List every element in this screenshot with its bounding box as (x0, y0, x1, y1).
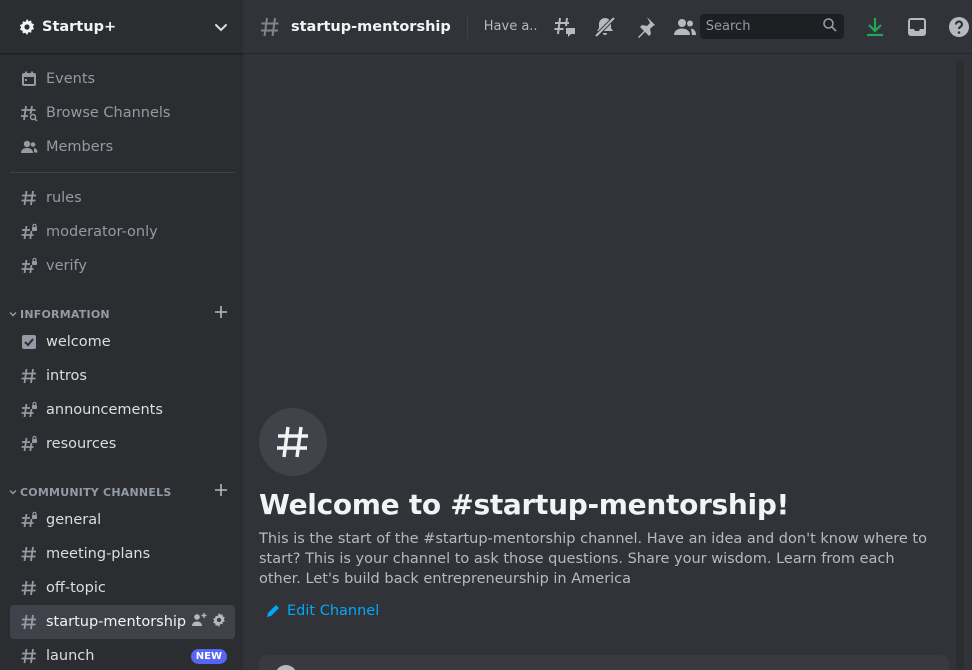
member-list-icon[interactable] (672, 14, 698, 40)
channel-label: general (46, 512, 102, 528)
checkbox-icon (20, 333, 38, 351)
header-divider (466, 14, 468, 39)
channel-label: announcements (46, 402, 163, 418)
category-label: COMMUNITY CHANNELS (20, 486, 172, 499)
plus-icon[interactable] (213, 482, 229, 498)
edit-channel-link[interactable]: Edit Channel (259, 603, 939, 619)
search-box[interactable] (699, 14, 844, 39)
hash-icon (259, 408, 327, 476)
channel-header: startup-mentorship Have a... (243, 0, 972, 54)
channel-label: welcome (46, 334, 111, 350)
chat-area: Welcome to #startup-mentorship! This is … (243, 55, 972, 670)
channel-topic[interactable]: Have a... (484, 19, 538, 34)
channel-announcements[interactable]: announcements (10, 393, 235, 427)
channel-startup-mentorship[interactable]: startup-mentorship (10, 605, 235, 639)
message-composer[interactable] (259, 655, 949, 670)
welcome-description: This is the start of the #startup-mentor… (259, 531, 927, 587)
hash-icon (20, 189, 38, 207)
channel-verify[interactable]: verify (10, 249, 235, 283)
channel-rules[interactable]: rules (10, 181, 235, 215)
welcome-title: Welcome to #startup-mentorship! (259, 488, 790, 521)
search-icon (822, 17, 838, 37)
channel-label: launch (46, 648, 95, 664)
channel-off-topic[interactable]: off-topic (10, 571, 235, 605)
plus-icon[interactable] (213, 304, 229, 320)
hash-lock-icon (20, 223, 38, 241)
search-input[interactable] (705, 19, 822, 34)
server-name: Startup+ (42, 18, 117, 35)
members-icon (20, 138, 38, 156)
channel-label: off-topic (46, 580, 106, 596)
channel-intros[interactable]: intros (10, 359, 235, 393)
category-label: INFORMATION (20, 308, 110, 321)
welcome-section: Welcome to #startup-mentorship! This is … (259, 408, 939, 619)
new-badge: NEW (190, 648, 227, 664)
category-information[interactable]: INFORMATION (0, 291, 243, 325)
pin-icon[interactable] (632, 14, 658, 40)
hash-icon (20, 367, 38, 385)
gear-icon (18, 18, 36, 36)
hash-icon (20, 613, 38, 631)
nav-events[interactable]: Events (10, 62, 235, 96)
hash-lock-icon (20, 401, 38, 419)
channel-label: moderator-only (46, 224, 158, 240)
channel-actions (191, 612, 227, 632)
channel-welcome[interactable]: welcome (10, 325, 235, 359)
threads-icon[interactable] (552, 14, 578, 40)
channel-label: verify (46, 258, 87, 274)
chevron-down-icon (8, 309, 18, 319)
help-icon[interactable] (946, 14, 972, 40)
nav-label: Members (46, 139, 114, 155)
hash-icon (20, 545, 38, 563)
chevron-down-icon (8, 487, 18, 497)
hash-lock-icon (20, 257, 38, 275)
edit-channel-label: Edit Channel (287, 603, 380, 619)
channel-general[interactable]: general (10, 503, 235, 537)
channel-label: rules (46, 190, 82, 206)
channel-meeting-plans[interactable]: meeting-plans (10, 537, 235, 571)
channel-label: resources (46, 436, 117, 452)
channel-sidebar: Startup+ Events Browse Channels Members (0, 0, 243, 670)
hash-icon (20, 579, 38, 597)
mute-bell-icon[interactable] (592, 14, 618, 40)
calendar-icon (20, 70, 38, 88)
add-member-icon[interactable] (191, 612, 207, 632)
nav-label: Events (46, 71, 96, 87)
hash-lock-icon (20, 511, 38, 529)
channel-title: startup-mentorship (291, 18, 451, 35)
channel-moderator-only[interactable]: moderator-only (10, 215, 235, 249)
chevron-down-icon[interactable] (213, 19, 229, 35)
channel-label: meeting-plans (46, 546, 151, 562)
upload-plus-icon[interactable] (275, 665, 297, 670)
category-community-channels[interactable]: COMMUNITY CHANNELS (0, 469, 243, 503)
hash-icon (20, 647, 38, 665)
hash-icon (259, 16, 281, 38)
nav-browse-channels[interactable]: Browse Channels (10, 96, 235, 130)
pencil-icon (265, 603, 281, 619)
nav-members[interactable]: Members (10, 130, 235, 164)
channel-launch[interactable]: launch NEW (10, 639, 235, 670)
channel-label: intros (46, 368, 87, 384)
download-icon[interactable] (862, 14, 888, 40)
settings-gear-icon[interactable] (211, 612, 227, 632)
scrollbar[interactable] (956, 61, 964, 670)
inbox-icon[interactable] (904, 14, 930, 40)
hash-lock-icon (20, 435, 38, 453)
channel-resources[interactable]: resources (10, 427, 235, 461)
channel-label: startup-mentorship (46, 614, 187, 630)
sidebar-divider (10, 172, 235, 173)
server-header[interactable]: Startup+ (0, 0, 243, 54)
nav-label: Browse Channels (46, 105, 171, 121)
browse-channels-icon (20, 104, 38, 122)
